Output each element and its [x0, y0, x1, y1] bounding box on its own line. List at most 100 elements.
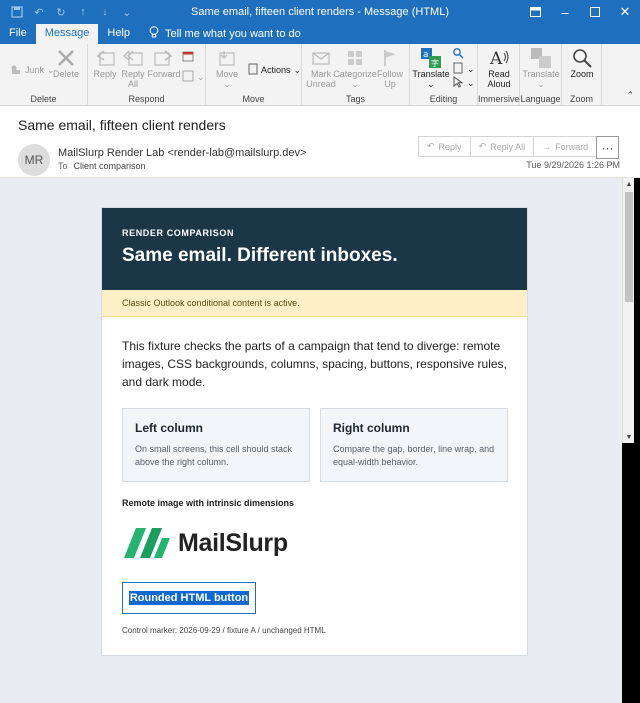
hero-eyebrow: RENDER COMPARISON [122, 228, 235, 238]
save-icon[interactable] [8, 3, 26, 21]
lightbulb-icon [149, 25, 159, 44]
meeting-reply-button[interactable] [182, 50, 194, 64]
categorize-button[interactable]: Categorize ⌄ [333, 47, 377, 89]
ribbon-tabs: File Message Help Tell me what you want … [0, 24, 640, 44]
reply-actions: ↶ Reply ↶ Reply All → Forward [418, 136, 598, 157]
redo-icon[interactable]: ↻ [52, 3, 70, 21]
move-button[interactable]: Move ⌄ [214, 47, 240, 89]
maximize-icon[interactable] [580, 0, 610, 24]
conditional-notice: Classic Outlook conditional content is a… [102, 290, 527, 317]
svg-text:a: a [423, 50, 429, 60]
search-icon [452, 47, 464, 61]
more-actions-button[interactable]: ··· [596, 136, 619, 159]
group-tags: Mark Unread Categorize ⌄ Follow Up Tags [302, 44, 410, 106]
delete-button[interactable]: Delete [53, 47, 79, 79]
right-column: Right column Compare the gap, border, li… [320, 408, 508, 482]
translate-language-icon [528, 47, 554, 69]
ribbon: Junk ⌄ Delete Delete Reply Reply All For… [0, 44, 640, 106]
forward-icon [151, 47, 177, 69]
intro-paragraph: This fixture checks the parts of a campa… [122, 339, 507, 389]
left-column-title: Left column [135, 421, 203, 435]
envelope-icon [308, 47, 334, 69]
reply-all-icon [120, 47, 146, 69]
actions-button[interactable]: Actions ⌄ [248, 63, 301, 77]
svg-text:字: 字 [431, 58, 439, 68]
hero-headline: Same email. Different inboxes. [122, 245, 398, 266]
close-icon[interactable]: ✕ [610, 0, 640, 24]
translate-language-button[interactable]: Translate ⌄ [522, 47, 560, 89]
left-column-body: On small screens, this cell should stack… [135, 444, 293, 467]
collapse-ribbon-icon[interactable]: ⌃ [626, 90, 634, 101]
mailslurp-mark-icon [122, 524, 172, 563]
undo-icon[interactable]: ↶ [30, 3, 48, 21]
more-respond-button[interactable]: ⌄ [182, 70, 205, 84]
group-label-zoom: Zoom [569, 94, 593, 104]
scroll-down-icon[interactable]: ▼ [623, 432, 635, 443]
vertical-scrollbar[interactable]: ▲ ▼ [622, 178, 634, 443]
delete-x-icon [53, 47, 79, 69]
more-respond-icon [182, 70, 194, 84]
minimize-icon[interactable]: – [550, 0, 580, 24]
quick-access-toolbar: ↶ ↻ ↑ ↓ ⌄ [8, 0, 136, 24]
group-respond: Reply Reply All Forward ⌄ Respond [88, 44, 206, 106]
received-date: Tue 9/29/2026 1:26 PM [526, 160, 620, 170]
outlook-message-window: ↶ ↻ ↑ ↓ ⌄ Same email, fifteen client ren… [0, 0, 640, 703]
forward-arrow-icon: → [542, 141, 552, 152]
read-aloud-icon: A [486, 47, 512, 69]
translate-button[interactable]: a字 Translate ⌄ [412, 47, 450, 89]
tab-file[interactable]: File [0, 24, 36, 44]
logo-wordmark: MailSlurp [178, 529, 288, 557]
reply-icon [92, 47, 118, 69]
tell-me-search[interactable]: Tell me what you want to do [139, 24, 310, 44]
scroll-thumb[interactable] [625, 192, 633, 302]
reply-all-action-button[interactable]: ↶ Reply All [470, 136, 535, 157]
sender[interactable]: MailSlurp Render Lab <render-lab@mailslu… [58, 147, 306, 159]
down-arrow-icon[interactable]: ↓ [96, 3, 114, 21]
magnifier-icon [569, 47, 595, 69]
tell-me-label: Tell me what you want to do [165, 27, 301, 40]
mailslurp-logo[interactable]: MailSlurp [122, 524, 288, 563]
scroll-up-icon[interactable]: ▲ [623, 179, 635, 190]
follow-up-button[interactable]: Follow Up [376, 47, 404, 89]
cursor-icon [452, 76, 464, 90]
group-immersive: A Read Aloud Immersive [478, 44, 520, 106]
read-aloud-button[interactable]: A Read Aloud [484, 47, 514, 89]
select-button[interactable]: ⌄ [452, 76, 475, 90]
tab-message[interactable]: Message [35, 24, 99, 44]
junk-icon [10, 63, 22, 77]
forward-button[interactable]: Forward [148, 47, 181, 79]
reading-pane[interactable]: RENDER COMPARISON Same email. Different … [0, 178, 622, 703]
svg-text:A: A [489, 49, 503, 69]
group-label-tags: Tags [345, 94, 365, 104]
group-editing: a字 Translate ⌄ ⌄ ⌄ Editing [410, 44, 478, 106]
reply-button[interactable]: Reply [92, 47, 118, 79]
forward-action-button[interactable]: → Forward [534, 136, 598, 157]
avatar[interactable]: MR [18, 144, 50, 176]
categorize-icon [342, 47, 368, 69]
reply-all-arrow-icon: ↶ [478, 141, 487, 151]
group-label-immersive: Immersive [478, 94, 520, 104]
actions-icon [248, 63, 258, 77]
translate-icon: a字 [418, 47, 444, 69]
mark-unread-button[interactable]: Mark Unread [306, 47, 336, 89]
rounded-html-button[interactable]: Rounded HTML button [122, 582, 256, 614]
find-button[interactable] [452, 47, 464, 61]
tab-help[interactable]: Help [98, 24, 139, 44]
reply-arrow-icon: ↶ [427, 141, 435, 151]
email-card: RENDER COMPARISON Same email. Different … [101, 207, 528, 656]
reply-all-button[interactable]: Reply All [120, 47, 146, 89]
zoom-button[interactable]: Zoom [568, 47, 596, 79]
right-column-title: Right column [333, 421, 410, 435]
ribbon-display-icon[interactable] [520, 0, 550, 24]
related-button[interactable]: ⌄ [452, 62, 475, 76]
group-language: Translate ⌄ Language [520, 44, 562, 106]
group-delete: Junk ⌄ Delete Delete [0, 44, 88, 106]
group-label-delete: Delete [30, 94, 57, 104]
recipient[interactable]: Client comparison [74, 161, 146, 171]
up-arrow-icon[interactable]: ↑ [74, 3, 92, 21]
junk-button[interactable]: Junk ⌄ [10, 63, 55, 77]
reply-action-button[interactable]: ↶ Reply [418, 136, 471, 157]
group-label-respond: Respond [128, 94, 165, 104]
customize-qat-icon[interactable]: ⌄ [118, 3, 136, 21]
related-icon [452, 62, 464, 76]
